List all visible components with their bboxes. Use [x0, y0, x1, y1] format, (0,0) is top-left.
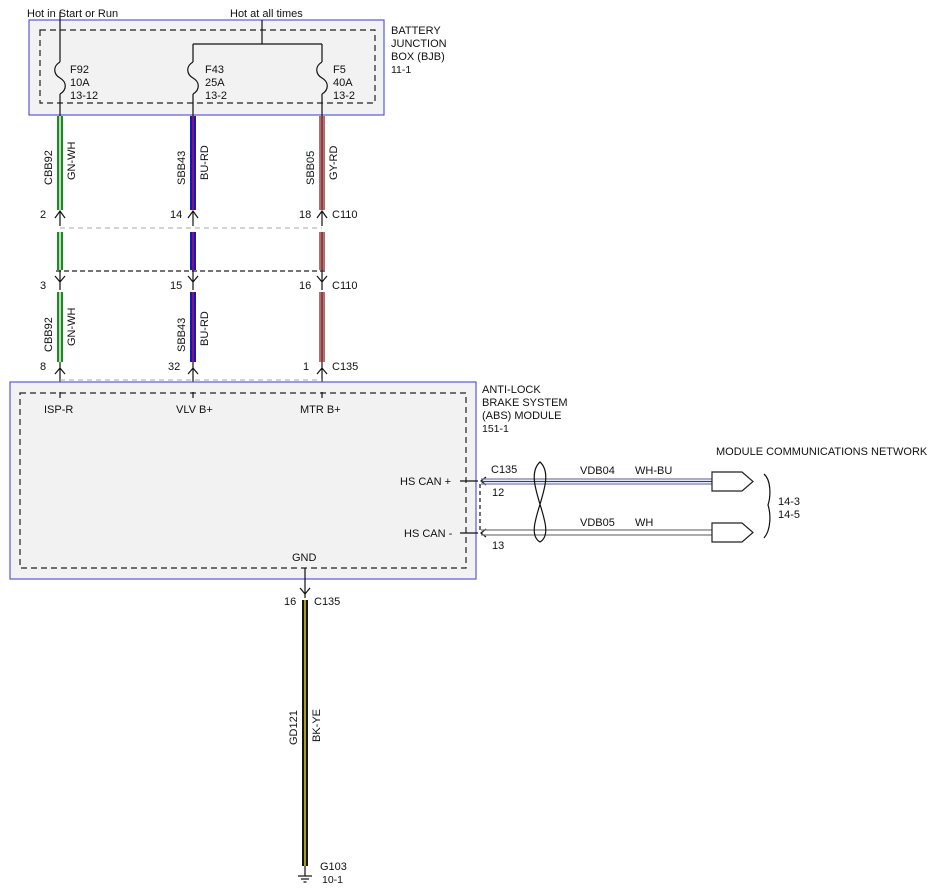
- color-bkye-label: BK-YE: [311, 709, 323, 742]
- fuse-f5-name: F5: [333, 64, 346, 76]
- can-connector-name: C135: [491, 464, 517, 476]
- bjb-ref: 11-1: [391, 64, 411, 76]
- c110-lower-terminals: [54, 270, 328, 290]
- fuse-f5-rating: 40A: [333, 77, 353, 89]
- abs-pin-vlv-b: VLV B+: [176, 404, 213, 416]
- can-minus-color: WH: [635, 517, 653, 529]
- abs-title-3: (ABS) MODULE: [482, 410, 561, 422]
- c110-upper-pin-14: 14: [170, 209, 182, 221]
- wire-cbb92: [57, 116, 63, 362]
- feed-start-run-label: Hot in Start or Run: [27, 8, 118, 20]
- abs-ref: 151-1: [482, 423, 509, 435]
- c110-upper-pin-18: 18: [299, 209, 311, 221]
- network-label: MODULE COMMUNICATIONS NETWORK: [716, 446, 928, 458]
- abs-title-1: ANTI-LOCK: [482, 384, 541, 396]
- wire-vdb05: [481, 529, 712, 536]
- circuit-sbb43-label-top: SBB43: [176, 151, 188, 185]
- c135-pin-32: 32: [168, 361, 180, 373]
- feed-all-times-label: Hot at all times: [230, 8, 303, 20]
- bjb-title-2: JUNCTION: [391, 38, 447, 50]
- gnd-pin-16: 16: [284, 596, 296, 608]
- c110-lower-name: C110: [332, 280, 357, 292]
- network-connector-arrow-plus: [711, 471, 754, 492]
- c135-top-name: C135: [332, 361, 358, 373]
- can-plus-color: WH-BU: [635, 465, 672, 477]
- network-ref-2: 14-5: [778, 509, 800, 521]
- c135-pin-8: 8: [40, 361, 46, 373]
- network-brace: [763, 473, 771, 539]
- color-gyrd-label-top: GY-RD: [328, 146, 340, 180]
- network-connector-arrow-minus: [711, 522, 754, 543]
- abs-pin-hs-can-plus: HS CAN +: [400, 476, 451, 488]
- abs-pin-hs-can-minus: HS CAN -: [404, 528, 453, 540]
- circuit-cbb92-label-top: CBB92: [43, 150, 55, 185]
- can-terminals: [480, 476, 487, 538]
- can-pin-12: 12: [492, 487, 504, 499]
- c110-upper-terminals: [54, 209, 328, 226]
- abs-pin-mtr-b: MTR B+: [300, 404, 341, 416]
- c110-lower-pin-16: 16: [299, 280, 311, 292]
- fuse-f92-rating: 10A: [70, 77, 90, 89]
- abs-pin-gnd: GND: [292, 552, 317, 564]
- c110-lower-pin-15: 15: [170, 280, 182, 292]
- can-plus-circuit: VDB04: [580, 465, 615, 477]
- abs-pin-isp-r: ISP-R: [44, 404, 73, 416]
- c110-upper-pin-2: 2: [40, 209, 46, 221]
- wiring-diagram: BATTERY JUNCTION BOX (BJB) 11-1 Hot in S…: [9, 8, 928, 886]
- fuse-f43-name: F43: [205, 64, 224, 76]
- circuit-cbb92-label-bottom: CBB92: [43, 317, 55, 352]
- fuse-f43-rating: 25A: [205, 77, 225, 89]
- circuit-sbb05-label-top: SBB05: [305, 151, 317, 185]
- color-gnwh-label-top: GN-WH: [66, 141, 78, 180]
- bjb-title-1: BATTERY: [391, 25, 441, 37]
- color-burd-label-top: BU-RD: [199, 145, 211, 180]
- fuse-f92-ref: 13-12: [70, 90, 98, 102]
- can-minus-circuit: VDB05: [580, 517, 615, 529]
- fuse-f92-name: F92: [70, 64, 89, 76]
- wire-sbb05: [319, 116, 325, 362]
- ground-name-g103: G103: [320, 861, 347, 873]
- ground-symbol-icon: [298, 866, 312, 883]
- gnd-connector-name: C135: [314, 596, 340, 608]
- bjb-title-3: BOX (BJB): [391, 51, 445, 63]
- can-pin-13: 13: [492, 540, 504, 552]
- abs-title-2: BRAKE SYSTEM: [482, 397, 568, 409]
- fuse-f43-ref: 13-2: [205, 90, 227, 102]
- wire-gd121: [302, 600, 308, 866]
- ground-ref: 10-1: [322, 874, 343, 886]
- network-ref-1: 14-3: [778, 496, 800, 508]
- wire-sbb43: [190, 116, 196, 362]
- color-gnwh-label-bottom: GN-WH: [66, 307, 78, 346]
- c135-pin-1: 1: [303, 361, 309, 373]
- color-burd-label-bottom: BU-RD: [199, 311, 211, 346]
- circuit-gd121-label: GD121: [288, 710, 300, 745]
- wire-vdb04: [481, 478, 712, 485]
- circuit-sbb43-label-bottom: SBB43: [176, 318, 188, 352]
- c110-upper-name: C110: [332, 209, 357, 221]
- fuse-f5-ref: 13-2: [333, 90, 355, 102]
- c110-lower-pin-3: 3: [40, 280, 46, 292]
